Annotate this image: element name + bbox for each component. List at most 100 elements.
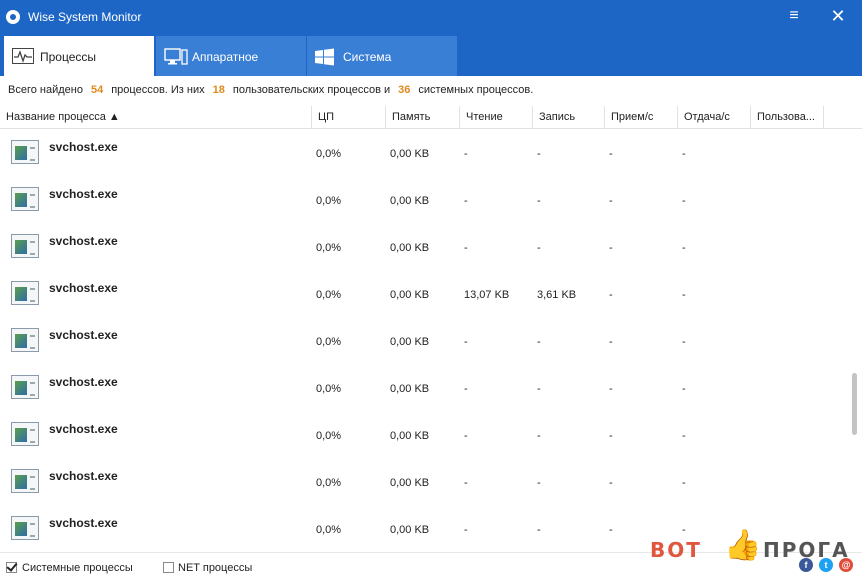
cell-write: -	[537, 383, 541, 395]
cell-cpu: 0,0%	[316, 430, 342, 442]
cell-send: -	[682, 336, 686, 348]
title-bar: Wise System Monitor ≡ ✕ Процессы Аппарат…	[0, 0, 862, 76]
tab-hardware-label: Аппаратное	[192, 50, 259, 64]
cell-read: -	[464, 195, 468, 207]
summary-suffix: системных процессов.	[418, 84, 534, 96]
cell-read: -	[464, 524, 468, 536]
cell-send: -	[682, 477, 686, 489]
cell-write: -	[537, 477, 541, 489]
facebook-icon[interactable]: f	[799, 558, 813, 572]
table-row[interactable]: svchost.exe 0,0% 0,00 KB - - - -	[0, 318, 848, 365]
windows-logo-icon	[315, 48, 334, 66]
process-window-icon	[11, 422, 39, 446]
process-window-icon	[11, 469, 39, 493]
column-header-receive[interactable]: Прием/с	[605, 106, 678, 128]
cell-read: -	[464, 336, 468, 348]
tab-processes[interactable]: Процессы	[4, 36, 154, 76]
process-window-icon	[11, 234, 39, 258]
cell-write: 3,61 KB	[537, 289, 577, 301]
cell-read: -	[464, 477, 468, 489]
table-row[interactable]: svchost.exe 0,0% 0,00 KB - - - -	[0, 177, 848, 224]
menu-icon[interactable]: ≡	[779, 3, 809, 29]
process-name: svchost.exe	[49, 422, 118, 436]
summary-system-count: 36	[398, 84, 411, 96]
scrollbar-thumb[interactable]	[852, 373, 857, 435]
process-name: svchost.exe	[49, 469, 118, 483]
cell-cpu: 0,0%	[316, 383, 342, 395]
cell-send: -	[682, 430, 686, 442]
cell-cpu: 0,0%	[316, 524, 342, 536]
summary-mid1: процессов. Из них	[111, 84, 205, 96]
cell-memory: 0,00 KB	[390, 477, 430, 489]
column-header-name[interactable]: Название процесса ▲	[0, 106, 312, 128]
table-row[interactable]: svchost.exe 0,0% 0,00 KB 13,07 KB 3,61 K…	[0, 271, 848, 318]
cell-receive: -	[609, 289, 613, 301]
process-window-icon	[11, 140, 39, 164]
process-name: svchost.exe	[49, 516, 118, 530]
process-name: svchost.exe	[49, 375, 118, 389]
monitor-icon	[164, 48, 188, 65]
cell-receive: -	[609, 195, 613, 207]
column-header-send[interactable]: Отдача/с	[678, 106, 751, 128]
cell-receive: -	[609, 383, 613, 395]
process-window-icon	[11, 516, 39, 540]
mail-icon[interactable]: @	[839, 558, 853, 572]
thumbs-up-icon: 👍	[724, 529, 762, 562]
cell-memory: 0,00 KB	[390, 524, 430, 536]
system-processes-label[interactable]: Системные процессы	[22, 562, 133, 574]
process-summary: Всего найдено 54 процессов. Из них 18 пользо…	[8, 84, 533, 96]
cell-memory: 0,00 KB	[390, 195, 430, 207]
process-list: svchost.exe 0,0% 0,00 KB - - - - svchost…	[0, 130, 848, 550]
cell-memory: 0,00 KB	[390, 430, 430, 442]
column-header-cpu[interactable]: ЦП	[312, 106, 386, 128]
table-header: Название процесса ▲ ЦП Память Чтение Зап…	[0, 106, 862, 129]
vertical-scrollbar[interactable]	[848, 128, 862, 552]
process-name: svchost.exe	[49, 281, 118, 295]
cell-write: -	[537, 524, 541, 536]
summary-prefix: Всего найдено	[8, 84, 83, 96]
cell-cpu: 0,0%	[316, 336, 342, 348]
cell-cpu: 0,0%	[316, 477, 342, 489]
cell-read: -	[464, 242, 468, 254]
column-header-user[interactable]: Пользова...	[751, 106, 824, 128]
watermark-text-left: BOT	[650, 538, 702, 562]
net-processes-label[interactable]: NET процессы	[178, 562, 252, 574]
table-row[interactable]: svchost.exe 0,0% 0,00 KB - - - -	[0, 412, 848, 459]
cell-receive: -	[609, 148, 613, 160]
table-row[interactable]: svchost.exe 0,0% 0,00 KB - - - -	[0, 459, 848, 506]
process-name: svchost.exe	[49, 140, 118, 154]
cell-write: -	[537, 242, 541, 254]
process-window-icon	[11, 281, 39, 305]
column-header-write[interactable]: Запись	[533, 106, 605, 128]
cell-receive: -	[609, 477, 613, 489]
process-window-icon	[11, 375, 39, 399]
table-row[interactable]: svchost.exe 0,0% 0,00 KB - - - -	[0, 365, 848, 412]
cell-send: -	[682, 242, 686, 254]
cell-memory: 0,00 KB	[390, 289, 430, 301]
close-icon[interactable]: ✕	[823, 3, 853, 29]
table-row[interactable]: svchost.exe 0,0% 0,00 KB - - - -	[0, 130, 848, 177]
cell-send: -	[682, 195, 686, 207]
cell-read: -	[464, 383, 468, 395]
cell-receive: -	[609, 430, 613, 442]
tab-hardware[interactable]: Аппаратное	[156, 36, 306, 76]
cell-cpu: 0,0%	[316, 195, 342, 207]
tab-system-label: Система	[343, 50, 392, 64]
app-logo-icon	[6, 10, 20, 24]
tab-processes-label: Процессы	[40, 50, 97, 64]
cell-cpu: 0,0%	[316, 242, 342, 254]
cell-receive: -	[609, 336, 613, 348]
cell-memory: 0,00 KB	[390, 148, 430, 160]
cell-write: -	[537, 195, 541, 207]
cell-cpu: 0,0%	[316, 289, 342, 301]
cell-write: -	[537, 336, 541, 348]
net-processes-checkbox[interactable]	[163, 562, 174, 573]
column-header-read[interactable]: Чтение	[460, 106, 533, 128]
twitter-icon[interactable]: t	[819, 558, 833, 572]
tab-system[interactable]: Система	[307, 36, 457, 76]
cell-read: -	[464, 430, 468, 442]
column-header-memory[interactable]: Память	[386, 106, 460, 128]
process-window-icon	[11, 328, 39, 352]
system-processes-checkbox[interactable]	[6, 562, 17, 573]
table-row[interactable]: svchost.exe 0,0% 0,00 KB - - - -	[0, 224, 848, 271]
